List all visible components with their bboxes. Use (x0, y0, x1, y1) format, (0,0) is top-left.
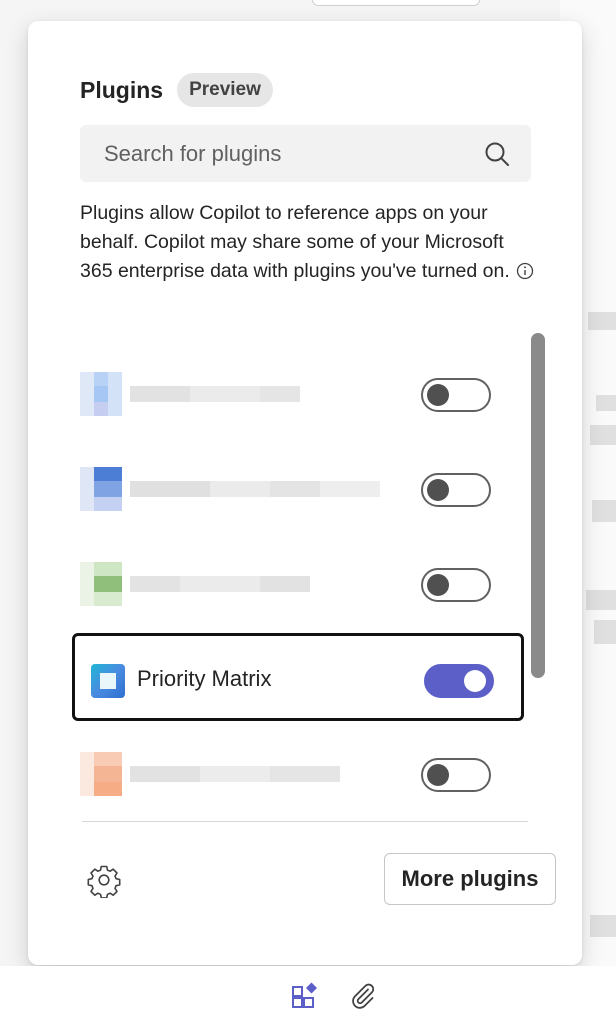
background-button-edge (312, 0, 480, 6)
gear-icon[interactable] (86, 862, 122, 898)
plugin-toggle[interactable] (421, 568, 491, 602)
paperclip-icon[interactable] (348, 980, 376, 1010)
obscured-plugin-name (80, 752, 390, 796)
preview-badge: Preview (177, 73, 273, 107)
screen: Plugins Preview Plugins allow Copilot to… (0, 0, 616, 1024)
plugins-panel: Plugins Preview Plugins allow Copilot to… (28, 21, 582, 965)
plugin-row[interactable] (72, 445, 524, 533)
plugin-row[interactable] (72, 350, 524, 438)
plugin-list-scrollbar[interactable] (531, 333, 545, 678)
toggle-knob (464, 670, 486, 692)
panel-title: Plugins (80, 76, 164, 103)
search-input[interactable] (102, 139, 483, 168)
description-text: Plugins allow Copilot to reference apps … (80, 202, 510, 282)
plugin-row[interactable] (72, 730, 524, 818)
apps-icon[interactable] (290, 980, 320, 1010)
plugin-row[interactable] (72, 540, 524, 628)
more-plugins-button[interactable]: More plugins (384, 853, 556, 905)
obscured-plugin-name (80, 372, 390, 416)
priority-matrix-icon (91, 664, 125, 698)
search-box[interactable] (80, 125, 531, 182)
plugin-list: Priority Matrix (72, 327, 532, 817)
toggle-knob (427, 384, 449, 406)
plugin-toggle[interactable] (421, 758, 491, 792)
plugin-toggle[interactable] (421, 473, 491, 507)
toggle-knob (427, 764, 449, 786)
search-icon[interactable] (483, 140, 511, 168)
obscured-plugin-name (80, 562, 390, 606)
toggle-knob (427, 479, 449, 501)
plugins-description: Plugins allow Copilot to reference apps … (80, 199, 540, 286)
info-icon[interactable] (516, 262, 534, 280)
footer-divider (82, 821, 528, 822)
plugin-toggle[interactable] (421, 378, 491, 412)
toggle-knob (427, 574, 449, 596)
plugin-name: Priority Matrix (137, 666, 272, 691)
plugin-row-priority-matrix[interactable]: Priority Matrix (72, 633, 524, 721)
plugin-toggle[interactable] (424, 664, 494, 698)
obscured-plugin-name (80, 467, 390, 511)
panel-header: Plugins Preview (80, 73, 273, 107)
